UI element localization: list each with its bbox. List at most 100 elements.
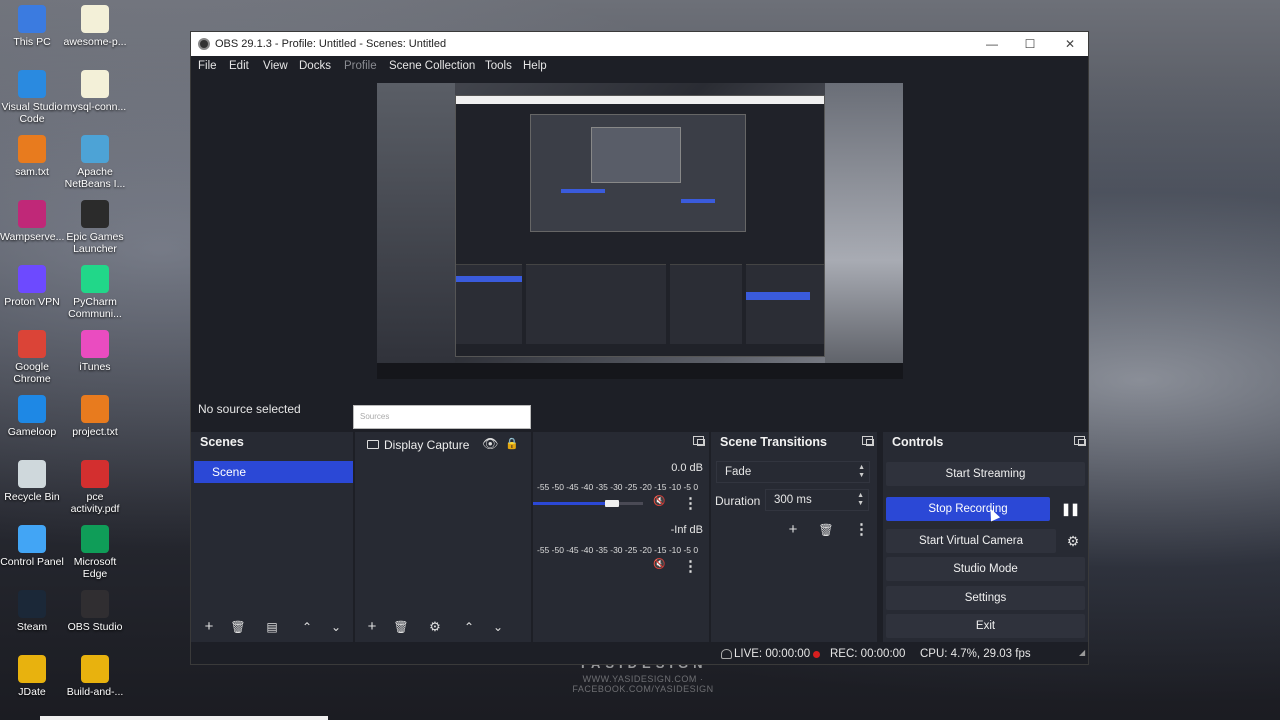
mixer-float-icon[interactable] xyxy=(693,436,705,446)
preview-canvas[interactable] xyxy=(377,83,903,379)
minimize-button[interactable]: — xyxy=(977,35,1007,53)
close-button[interactable]: ✕ xyxy=(1055,35,1085,53)
menu-edit[interactable]: Edit xyxy=(229,60,249,72)
scene-transitions-dock: Scene Transitions Fade ▲ ▼ Duration 300 m… xyxy=(711,432,877,642)
menu-profile[interactable]: Profile xyxy=(344,60,377,72)
transition-select[interactable]: Fade ▲ ▼ xyxy=(716,461,870,483)
desktop-icon[interactable]: Control Panel xyxy=(0,525,64,568)
desktop-icon[interactable]: Proton VPN xyxy=(0,265,64,308)
menu-file[interactable]: File xyxy=(198,60,217,72)
controls-dock: Controls Start Streaming Stop Recording … xyxy=(883,432,1088,642)
taskbar-edge xyxy=(40,716,328,720)
start-virtual-camera-button[interactable]: Start Virtual Camera xyxy=(886,529,1056,553)
sources-tooltip: Sources xyxy=(353,405,531,429)
add-source-button[interactable]: + xyxy=(362,617,382,637)
duration-value: 300 ms xyxy=(774,494,812,506)
scene-filters-icon[interactable]: ▤ xyxy=(262,617,282,637)
desktop-icon-label: Recycle Bin xyxy=(4,491,60,503)
menu-help[interactable]: Help xyxy=(523,60,547,72)
scene-move-up-icon[interactable]: ⌃ xyxy=(297,617,317,637)
desktop-icon-label: Proton VPN xyxy=(4,296,60,308)
desktop-icon[interactable]: Build-and-... xyxy=(63,655,127,698)
desktop-icon-label: OBS Studio xyxy=(67,621,123,633)
source-move-up-icon[interactable]: ⌃ xyxy=(459,617,479,637)
app-icon xyxy=(18,395,46,423)
desktop-icon[interactable]: JDate xyxy=(0,655,64,698)
visibility-eye-icon[interactable]: 👁 xyxy=(482,436,499,452)
remove-scene-trash-icon[interactable]: 🗑 xyxy=(228,617,248,637)
desktop-icon-label: PyCharm Communi... xyxy=(68,296,122,320)
controls-float-icon[interactable] xyxy=(1074,436,1086,446)
settings-button[interactable]: Settings xyxy=(886,586,1085,610)
desktop-icon[interactable]: Microsoft Edge xyxy=(63,525,127,580)
virtual-camera-settings-gear-icon[interactable]: ⚙ xyxy=(1065,533,1081,549)
desktop-icon[interactable]: iTunes xyxy=(63,330,127,373)
window-title: OBS 29.1.3 - Profile: Untitled - Scenes:… xyxy=(215,38,447,50)
app-icon xyxy=(81,265,109,293)
desktop-icon-label: sam.txt xyxy=(15,166,49,178)
desktop-icon[interactable]: mysql-conn... xyxy=(63,70,127,113)
channel1-volume-slider[interactable] xyxy=(605,500,619,507)
studio-mode-button[interactable]: Studio Mode xyxy=(886,557,1085,581)
source-properties-gear-icon[interactable]: ⚙ xyxy=(425,617,445,637)
sources-dock: + 🗑 ⚙ ⌃ ⌄ xyxy=(355,432,531,642)
channel2-mute-icon[interactable]: 🔇 xyxy=(653,559,665,570)
transitions-float-icon[interactable] xyxy=(862,436,874,446)
duration-input[interactable]: 300 ms ▲ ▼ xyxy=(765,489,869,511)
desktop-icon[interactable]: Recycle Bin xyxy=(0,460,64,503)
channel1-menu-icon[interactable]: ⋮ xyxy=(683,494,698,512)
start-streaming-button[interactable]: Start Streaming xyxy=(886,462,1085,486)
maximize-button[interactable]: ☐ xyxy=(1015,35,1045,53)
desktop-icon[interactable]: project.txt xyxy=(63,395,127,438)
desktop-icon[interactable]: sam.txt xyxy=(0,135,64,178)
desktop-icon[interactable]: Apache NetBeans I... xyxy=(63,135,127,190)
app-icon xyxy=(81,330,109,358)
desktop-icon[interactable]: pce activity.pdf xyxy=(63,460,127,515)
channel1-db: 0.0 dB xyxy=(671,462,703,474)
remove-transition-trash-icon[interactable]: 🗑 xyxy=(816,520,836,540)
desktop-icon[interactable]: Steam xyxy=(0,590,64,633)
add-scene-button[interactable]: + xyxy=(199,617,219,637)
remove-source-trash-icon[interactable]: 🗑 xyxy=(391,617,411,637)
desktop-icon[interactable]: Gameloop xyxy=(0,395,64,438)
resize-grip-icon[interactable]: ◢ xyxy=(1079,648,1085,657)
desktop-icon[interactable]: Google Chrome xyxy=(0,330,64,385)
channel1-mute-icon[interactable]: 🔇 xyxy=(653,496,665,507)
exit-button[interactable]: Exit xyxy=(886,614,1085,638)
app-icon xyxy=(81,5,109,33)
status-bar: LIVE: 00:00:00 REC: 00:00:00 CPU: 4.7%, … xyxy=(191,644,1088,664)
source-move-down-icon[interactable]: ⌄ xyxy=(488,617,508,637)
desktop-icon[interactable]: This PC xyxy=(0,5,64,48)
stop-recording-button[interactable]: Stop Recording xyxy=(886,497,1050,521)
menu-view[interactable]: View xyxy=(263,60,288,72)
source-row-display-capture[interactable]: Display Capture 👁 🔒 xyxy=(361,434,531,456)
desktop-icon[interactable]: OBS Studio xyxy=(63,590,127,633)
scene-move-down-icon[interactable]: ⌄ xyxy=(326,617,346,637)
watermark-subtitle: WWW.YASIDESIGN.COM · FACEBOOK.COM/YASIDE… xyxy=(572,674,714,694)
app-icon xyxy=(18,135,46,163)
desktop-icon-label: Build-and-... xyxy=(66,686,124,698)
transition-menu-icon[interactable]: ⋮ xyxy=(854,520,869,538)
pause-recording-icon[interactable]: ❚❚ xyxy=(1061,500,1080,518)
desktop-icon[interactable]: Epic Games Launcher xyxy=(63,200,127,255)
desktop-icon-label: JDate xyxy=(18,686,46,698)
scenes-title: Scenes xyxy=(200,435,244,449)
scene-list-item[interactable]: Scene xyxy=(194,461,353,483)
desktop-icon[interactable]: Visual Studio Code xyxy=(0,70,64,125)
lock-icon[interactable]: 🔒 xyxy=(505,437,519,450)
duration-spin-icon[interactable]: ▲ ▼ xyxy=(857,492,864,508)
add-transition-button[interactable]: + xyxy=(783,520,803,540)
desktop-icon[interactable]: awesome-p... xyxy=(63,5,127,48)
menu-tools[interactable]: Tools xyxy=(485,60,512,72)
channel2-scale: -55 -50 -45 -40 -35 -30 -25 -20 -15 -10 … xyxy=(537,545,699,555)
menu-scene-collection[interactable]: Scene Collection xyxy=(389,60,475,72)
channel2-menu-icon[interactable]: ⋮ xyxy=(683,557,698,575)
desktop-icon[interactable]: PyCharm Communi... xyxy=(63,265,127,320)
desktop-icon[interactable]: Wampserve... xyxy=(0,200,64,243)
title-bar[interactable]: OBS 29.1.3 - Profile: Untitled - Scenes:… xyxy=(191,32,1088,56)
app-icon xyxy=(18,460,46,488)
scene-transitions-title: Scene Transitions xyxy=(720,435,827,449)
channel1-volume-fill xyxy=(533,502,612,505)
menu-docks[interactable]: Docks xyxy=(299,60,331,72)
app-icon xyxy=(18,590,46,618)
